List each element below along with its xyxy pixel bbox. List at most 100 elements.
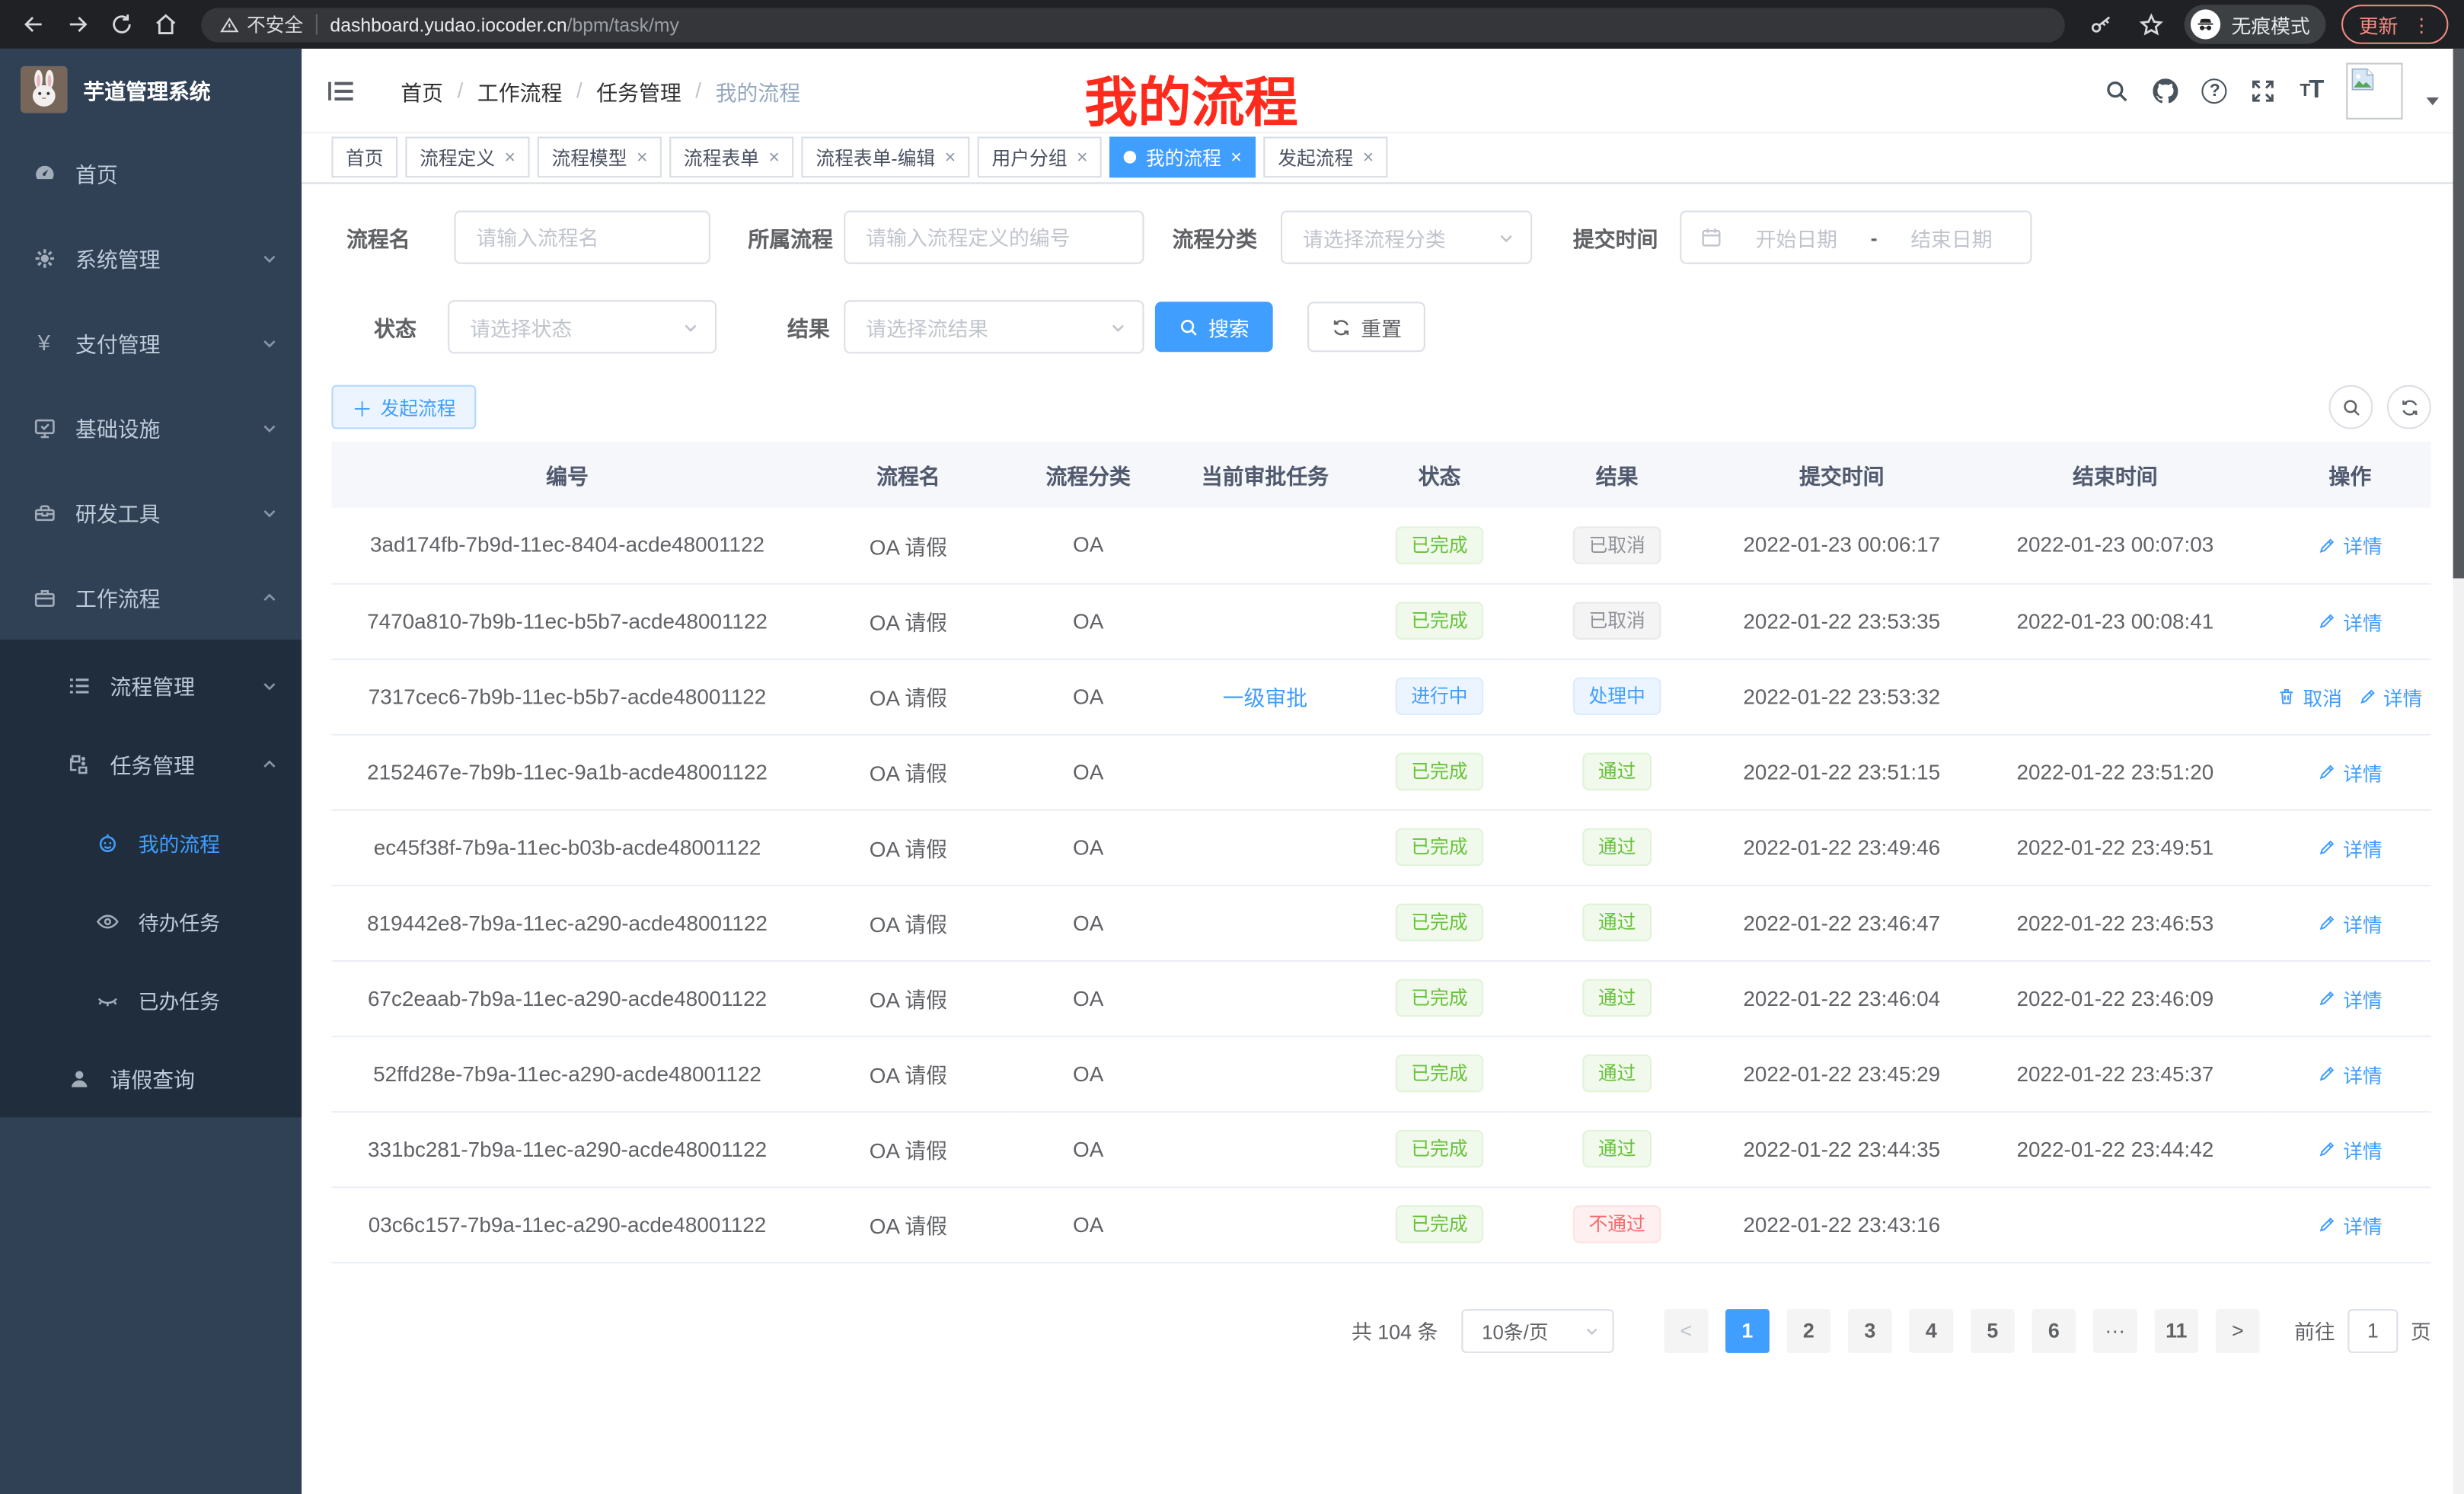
monitor-icon bbox=[31, 415, 56, 440]
refresh-button[interactable] bbox=[2387, 385, 2431, 429]
search-button[interactable]: 搜索 bbox=[1155, 302, 1273, 352]
sidebar-item-task-mgmt[interactable]: 任务管理 bbox=[0, 724, 302, 803]
sidebar-item-system[interactable]: 系统管理 bbox=[0, 215, 302, 300]
submit-time-range-picker[interactable]: 开始日期 - 结束日期 bbox=[1680, 211, 2032, 264]
toolbox-icon bbox=[31, 500, 56, 525]
sidebar-item-done-tasks[interactable]: 已办任务 bbox=[0, 960, 302, 1039]
close-icon[interactable]: × bbox=[505, 148, 515, 167]
help-icon[interactable]: ? bbox=[2202, 78, 2227, 103]
breadcrumb-home[interactable]: 首页 bbox=[401, 75, 443, 106]
sidebar-item-infra[interactable]: 基础设施 bbox=[0, 385, 302, 470]
tab-label: 首页 bbox=[346, 144, 384, 171]
sidebar-item-payment[interactable]: ¥支付管理 bbox=[0, 300, 302, 385]
breadcrumb-task-mgmt[interactable]: 任务管理 bbox=[596, 75, 681, 106]
page-button-3[interactable]: 3 bbox=[1848, 1308, 1892, 1352]
fullscreen-icon[interactable] bbox=[2251, 78, 2276, 103]
page-size-select[interactable]: 10条/页 bbox=[1461, 1308, 1613, 1352]
result-select[interactable]: 请选择流结果 bbox=[844, 300, 1144, 353]
avatar[interactable] bbox=[2346, 62, 2402, 119]
close-icon[interactable]: × bbox=[1363, 148, 1374, 167]
browser-menu-icon[interactable]: ⋮ bbox=[2412, 14, 2431, 36]
update-button[interactable]: 更新 ⋮ bbox=[2341, 5, 2448, 44]
app-logo[interactable]: 芋道管理系统 bbox=[0, 49, 302, 130]
tab-user-group[interactable]: 用户分组× bbox=[978, 137, 1102, 178]
detail-link[interactable]: 详情 bbox=[2358, 682, 2423, 711]
reset-button[interactable]: 重置 bbox=[1307, 302, 1425, 352]
tab-my-process[interactable]: 我的流程× bbox=[1109, 137, 1256, 178]
incognito-icon bbox=[2191, 9, 2220, 39]
reload-icon[interactable] bbox=[104, 7, 138, 41]
detail-link[interactable]: 详情 bbox=[2318, 1058, 2383, 1088]
status-placeholder: 请选择状态 bbox=[470, 312, 682, 342]
not-secure-badge[interactable]: 不安全 bbox=[220, 11, 303, 37]
sidebar-menu: 首页系统管理¥支付管理基础设施研发工具工作流程 bbox=[0, 130, 302, 640]
close-icon[interactable]: × bbox=[1230, 148, 1241, 167]
process-category-select[interactable]: 请选择流程分类 bbox=[1281, 211, 1532, 264]
detail-link[interactable]: 详情 bbox=[2318, 983, 2383, 1013]
address-bar[interactable]: 不安全 dashboard.yudao.iocoder.cn/bpm/task/… bbox=[201, 7, 2065, 41]
tab-process-definition[interactable]: 流程定义× bbox=[405, 137, 529, 178]
cell-actions: 详情 bbox=[2269, 1111, 2431, 1186]
tab-process-model[interactable]: 流程模型× bbox=[538, 137, 662, 178]
forward-icon[interactable] bbox=[59, 7, 94, 41]
prev-page-button[interactable]: < bbox=[1664, 1308, 1708, 1352]
status-badge: 已完成 bbox=[1396, 904, 1484, 942]
tab-process-form[interactable]: 流程表单× bbox=[669, 137, 793, 178]
window-scrollbar[interactable] bbox=[2453, 49, 2464, 1494]
start-process-button[interactable]: ＋ 发起流程 bbox=[331, 385, 476, 429]
page-button-6[interactable]: 6 bbox=[2032, 1308, 2076, 1352]
detail-link[interactable]: 详情 bbox=[2318, 530, 2383, 560]
home-icon[interactable] bbox=[148, 7, 182, 41]
key-icon[interactable] bbox=[2084, 7, 2118, 41]
chevron-down-icon bbox=[1584, 1323, 1600, 1339]
next-page-button[interactable]: > bbox=[2216, 1308, 2260, 1352]
github-icon[interactable] bbox=[2153, 78, 2178, 103]
search-icon[interactable] bbox=[2105, 78, 2130, 103]
detail-link[interactable]: 详情 bbox=[2318, 908, 2383, 937]
close-icon[interactable]: × bbox=[1077, 148, 1087, 167]
detail-link[interactable]: 详情 bbox=[2318, 606, 2383, 636]
tab-home[interactable]: 首页 bbox=[331, 137, 397, 178]
page-button-11[interactable]: 11 bbox=[2154, 1308, 2198, 1352]
detail-link[interactable]: 详情 bbox=[2318, 832, 2383, 862]
sidebar-item-devtools[interactable]: 研发工具 bbox=[0, 470, 302, 554]
page-button-5[interactable]: 5 bbox=[1971, 1308, 2015, 1352]
detail-link[interactable]: 详情 bbox=[2318, 1209, 2383, 1239]
page-button-1[interactable]: 1 bbox=[1725, 1308, 1770, 1352]
sidebar-item-my-process[interactable]: 我的流程 bbox=[0, 803, 302, 882]
cancel-link[interactable]: 取消 bbox=[2277, 682, 2342, 711]
sidebar-item-workflow[interactable]: 工作流程 bbox=[0, 555, 302, 640]
hamburger-icon[interactable] bbox=[327, 75, 358, 106]
result-badge: 处理中 bbox=[1573, 677, 1661, 715]
show-search-button[interactable] bbox=[2329, 385, 2373, 429]
scrollbar-thumb[interactable] bbox=[2453, 49, 2464, 579]
sidebar-item-process-mgmt[interactable]: 流程管理 bbox=[0, 646, 302, 724]
jump-page-input[interactable] bbox=[2348, 1308, 2398, 1352]
close-icon[interactable]: × bbox=[945, 148, 956, 167]
sidebar-item-home[interactable]: 首页 bbox=[0, 130, 302, 215]
sidebar-item-todo-tasks[interactable]: 待办任务 bbox=[0, 882, 302, 960]
tab-start-process[interactable]: 发起流程× bbox=[1264, 137, 1388, 178]
tab-process-form-edit[interactable]: 流程表单-编辑× bbox=[802, 137, 970, 178]
back-icon[interactable] bbox=[16, 7, 50, 41]
process-definition-input[interactable] bbox=[844, 211, 1144, 264]
page-button-4[interactable]: 4 bbox=[1909, 1308, 1953, 1352]
sidebar-item-leave-query[interactable]: 请假查询 bbox=[0, 1039, 302, 1117]
detail-link[interactable]: 详情 bbox=[2318, 1134, 2383, 1164]
cell-current-task bbox=[1163, 583, 1367, 659]
font-size-icon[interactable]: TT bbox=[2300, 76, 2322, 104]
close-icon[interactable]: × bbox=[768, 148, 779, 167]
status-select[interactable]: 请选择状态 bbox=[448, 300, 717, 353]
star-icon[interactable] bbox=[2134, 7, 2169, 41]
current-task-link[interactable]: 一级审批 bbox=[1223, 687, 1307, 710]
cell-actions: 详情 bbox=[2269, 885, 2431, 960]
avatar-caret-icon[interactable] bbox=[2427, 97, 2440, 105]
process-name-input[interactable] bbox=[454, 211, 710, 264]
breadcrumb-workflow[interactable]: 工作流程 bbox=[477, 75, 562, 106]
detail-link[interactable]: 详情 bbox=[2318, 757, 2383, 787]
close-icon[interactable]: × bbox=[637, 148, 647, 167]
cell-end-time: 2022-01-22 23:49:51 bbox=[1961, 809, 2270, 885]
result-badge: 通过 bbox=[1582, 828, 1652, 867]
page-button-2[interactable]: 2 bbox=[1786, 1308, 1830, 1352]
more-pages-icon[interactable]: ··· bbox=[2093, 1308, 2137, 1352]
